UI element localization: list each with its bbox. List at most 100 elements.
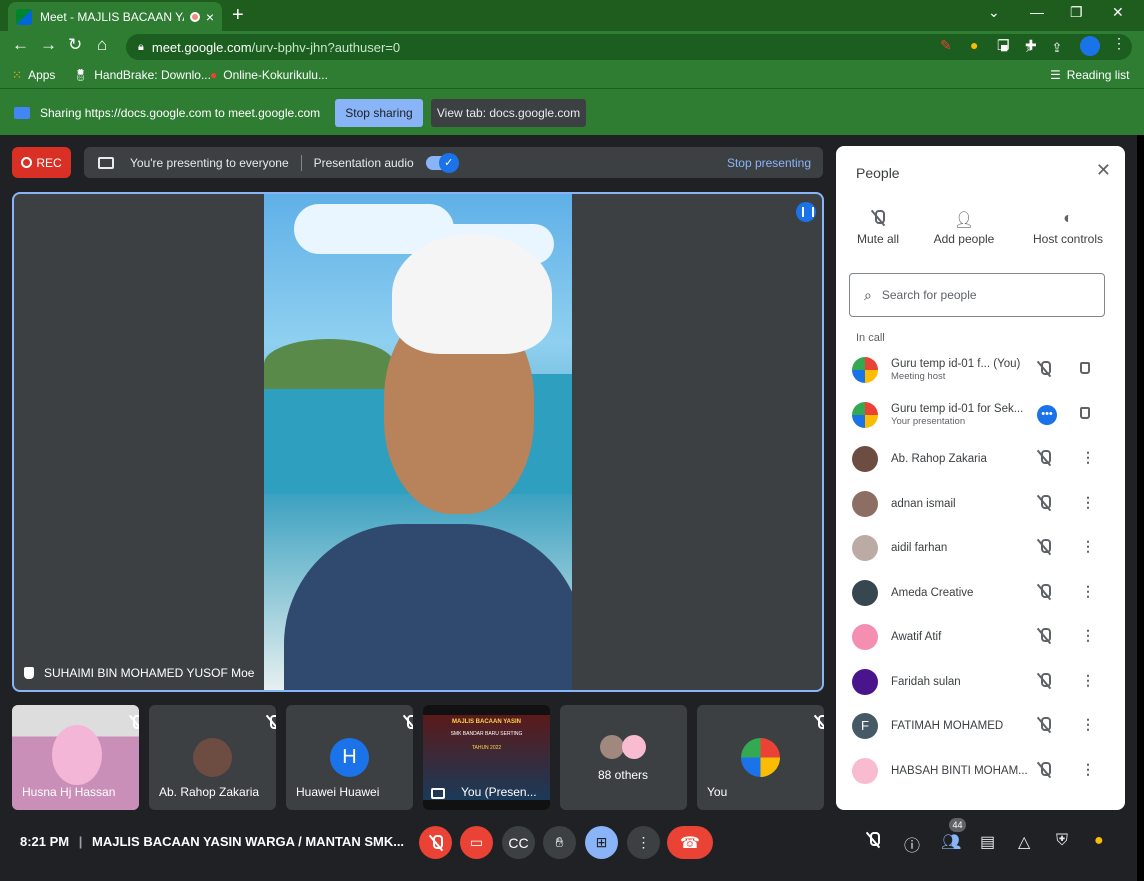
avatar: H xyxy=(330,738,369,777)
person-row[interactable]: Guru temp id-01 f... (You) Meeting host xyxy=(836,349,1125,393)
stop-presenting-button[interactable]: Stop presenting xyxy=(727,156,811,170)
bookmark-apps[interactable]: ⁙ Apps xyxy=(12,68,55,82)
more-vert-icon[interactable]: ⋮ xyxy=(1081,761,1095,778)
person-row[interactable]: Awatif Atif ⋮ xyxy=(836,616,1125,660)
bookmark-kokurikulum[interactable]: ● Online-Kokurikulu... xyxy=(210,68,328,82)
back-icon[interactable]: ← xyxy=(12,35,29,55)
host-controls-icon[interactable]: ⛨ xyxy=(1056,832,1068,850)
leave-call-button[interactable]: ☎︎ xyxy=(667,826,713,859)
present-icon xyxy=(431,788,445,799)
person-row[interactable]: HABSAH BINTI MOHAM... ⋮ xyxy=(836,750,1125,794)
participant-tile[interactable]: Ab. Rahop Zakaria xyxy=(149,705,276,810)
more-vert-icon[interactable]: ⋮ xyxy=(1081,449,1095,466)
more-vert-icon[interactable]: ⋮ xyxy=(1081,538,1095,555)
new-tab-button[interactable]: + xyxy=(232,4,244,27)
pin-icon[interactable] xyxy=(24,667,34,679)
pin-icon[interactable] xyxy=(1080,407,1090,419)
avatar xyxy=(852,580,878,606)
participant-name: You xyxy=(707,785,728,799)
tab-close-icon[interactable]: × xyxy=(206,9,214,25)
search-people-input[interactable]: ⌕ Search for people xyxy=(849,273,1105,317)
slide-title: MAJLIS BACAAN YASIN xyxy=(451,719,521,725)
person-row[interactable]: aidil farhan ⋮ xyxy=(836,527,1125,571)
minimize-button[interactable]: — xyxy=(1030,4,1044,20)
bookmark-handbrake[interactable]: 🍍︎ HandBrake: Downlo... xyxy=(73,68,211,82)
main-speaker-tile[interactable]: SUHAIMI BIN MOHAMED YUSOF Moe xyxy=(12,192,824,692)
more-vert-icon[interactable]: ⋮ xyxy=(1081,583,1095,600)
more-options-button[interactable]: ⋮ xyxy=(627,826,660,859)
lock-icon: 🔒︎ xyxy=(138,40,144,53)
extensions-puzzle-icon[interactable]: ✚ xyxy=(1025,37,1037,54)
more-vert-icon[interactable]: ⋮ xyxy=(1081,716,1095,733)
recording-badge[interactable]: REC xyxy=(12,147,71,178)
presentation-audio-label: Presentation audio xyxy=(313,155,414,170)
raise-hand-button[interactable]: ✋︎ xyxy=(543,826,576,859)
person-row[interactable]: Faridah sulan ⋮ xyxy=(836,661,1125,705)
present-icon: ⊞ xyxy=(595,834,608,850)
add-people-button[interactable]: 👤︎ Add people xyxy=(929,210,999,246)
person-name: Faridah sulan xyxy=(891,676,961,688)
extension-copy-icon[interactable]: ❐ xyxy=(997,37,1010,54)
title-separator: | xyxy=(78,834,83,849)
person-row[interactable]: F FATIMAH MOHAMED ⋮ xyxy=(836,705,1125,749)
more-vert-icon[interactable]: ⋮ xyxy=(1081,672,1095,689)
meet-favicon-icon xyxy=(16,8,32,25)
screen-share-icon xyxy=(14,107,30,119)
close-panel-icon[interactable]: ✕ xyxy=(1096,160,1111,181)
person-row[interactable]: Ameda Creative ⋮ xyxy=(836,572,1125,616)
tab-meet[interactable]: Meet - MAJLIS BACAAN YASI × xyxy=(8,2,222,31)
view-tab-button[interactable]: View tab: docs.google.com xyxy=(431,99,586,127)
person-row[interactable]: Guru temp id-01 for Sek... Your presenta… xyxy=(836,394,1125,438)
presentation-audio-toggle[interactable] xyxy=(425,152,459,173)
activities-icon[interactable]: △ xyxy=(1018,832,1030,852)
person-row[interactable]: adnan ismail ⋮ xyxy=(836,483,1125,527)
extension-red-icon[interactable]: ✎ xyxy=(940,37,952,54)
profile-avatar[interactable] xyxy=(1080,36,1100,56)
info-icon[interactable]: ⓘ xyxy=(904,832,920,856)
home-icon[interactable]: ⌂ xyxy=(97,35,107,55)
apps-grid-icon: ⁙ xyxy=(12,68,23,82)
address-bar[interactable]: 🔒︎ meet.google.com/urv-bphv-jhn?authuser… xyxy=(126,34,1132,60)
camera-button[interactable]: ▭ xyxy=(460,826,493,859)
companion-light-icon[interactable]: ● xyxy=(1094,832,1104,850)
maximize-button[interactable]: ❐ xyxy=(1070,4,1083,21)
host-controls-button[interactable]: ◐ Host controls xyxy=(1028,210,1108,246)
people-icon[interactable]: 👥︎ xyxy=(941,832,961,852)
more-vert-icon[interactable]: ⋮ xyxy=(1081,494,1095,511)
presentation-tile[interactable]: MAJLIS BACAAN YASIN SMK BANDAR BARU SERT… xyxy=(423,705,550,810)
captions-button[interactable]: CC xyxy=(502,826,535,859)
hand-icon: ✋︎ xyxy=(555,834,564,850)
microphone-button[interactable] xyxy=(419,826,452,859)
avatar xyxy=(852,624,878,650)
reading-list[interactable]: ☰ Reading list xyxy=(1050,68,1129,82)
close-window-button[interactable]: ✕ xyxy=(1112,4,1124,21)
more-options-icon[interactable]: ••• xyxy=(1037,405,1057,425)
self-tile[interactable]: You xyxy=(697,705,824,810)
reload-icon[interactable]: ↻ xyxy=(68,35,82,55)
present-button[interactable]: ⊞ xyxy=(585,826,618,859)
tab-search-icon[interactable]: ⌄ xyxy=(988,4,1000,21)
more-vert-icon[interactable]: ⋮ xyxy=(1081,627,1095,644)
forward-icon[interactable]: → xyxy=(40,35,57,55)
divider xyxy=(300,154,302,171)
pin-icon[interactable] xyxy=(1080,362,1090,374)
participant-name: Husna Hj Hassan xyxy=(22,785,116,799)
share-icon[interactable]: ⇪ xyxy=(1051,40,1062,56)
participant-tile[interactable]: H Huawei Huawei xyxy=(286,705,413,810)
avatar xyxy=(193,738,232,777)
person-name: Ab. Rahop Zakaria xyxy=(891,453,987,465)
person-cap xyxy=(392,234,552,354)
participant-tile[interactable]: Husna Hj Hassan xyxy=(12,705,139,810)
speaking-indicator-icon xyxy=(796,202,816,222)
chat-icon[interactable]: ▤ xyxy=(980,832,995,852)
stop-sharing-button[interactable]: Stop sharing xyxy=(335,99,423,127)
others-tile[interactable]: 88 others xyxy=(560,705,687,810)
mute-all-button[interactable]: Mute all xyxy=(854,210,902,246)
person-row[interactable]: Ab. Rahop Zakaria ⋮ xyxy=(836,438,1125,482)
slide-subtitle: SMK BANDAR BARU SERTING xyxy=(450,731,523,737)
others-count: 88 others xyxy=(598,768,649,782)
extension-light-icon[interactable]: ● xyxy=(970,37,978,53)
mute-all-icon[interactable] xyxy=(866,832,880,853)
chrome-menu-icon[interactable]: ⋮ xyxy=(1112,35,1126,52)
avatar xyxy=(741,738,780,777)
